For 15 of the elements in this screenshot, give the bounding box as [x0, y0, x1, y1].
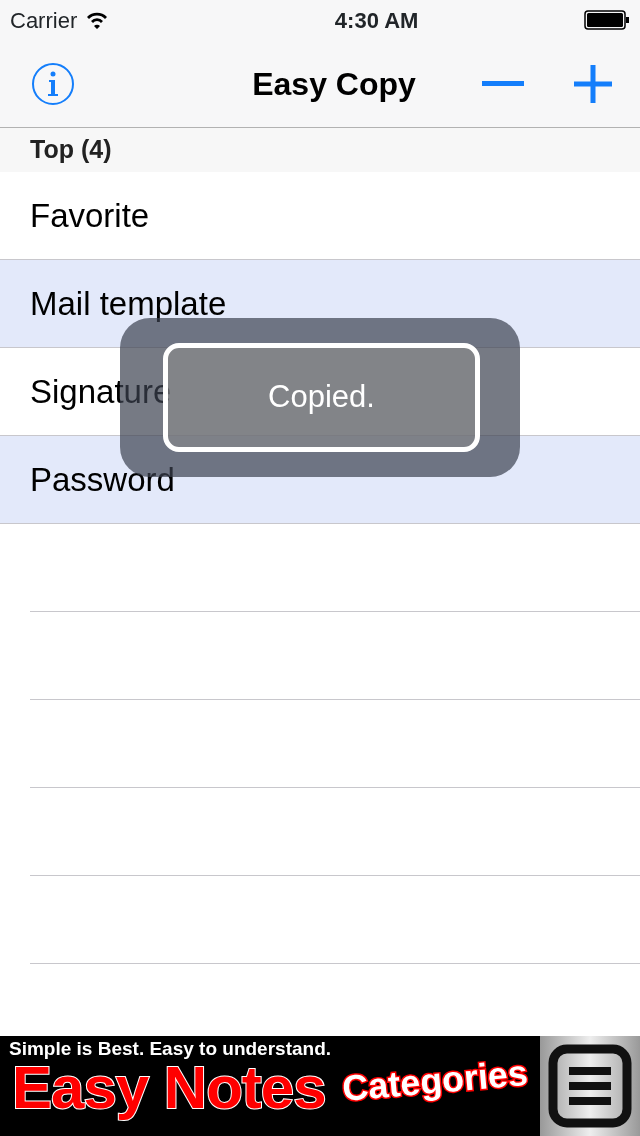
battery-icon — [584, 10, 630, 30]
menu-icon[interactable] — [547, 1043, 633, 1129]
menu-button[interactable] — [540, 1036, 640, 1136]
wifi-icon — [85, 11, 110, 29]
status-time: 4:30 AM — [334, 6, 419, 35]
plus-icon[interactable] — [574, 64, 612, 103]
section-header: Top (4) — [30, 134, 112, 166]
ad-headline: Easy Notes — [12, 1058, 326, 1118]
ad-tagline: Simple is Best. Easy to understand. — [8, 1037, 333, 1058]
toast-message: Copied. — [163, 343, 480, 452]
ad-category-label: Categories — [339, 1050, 530, 1112]
info-icon[interactable] — [30, 60, 76, 107]
ad-banner[interactable]: Simple is Best. Easy to understand. Easy Notes Categories — [0, 1036, 640, 1136]
nav-title: Easy Copy — [252, 64, 416, 104]
carrier-name: Carrier — [10, 6, 78, 35]
